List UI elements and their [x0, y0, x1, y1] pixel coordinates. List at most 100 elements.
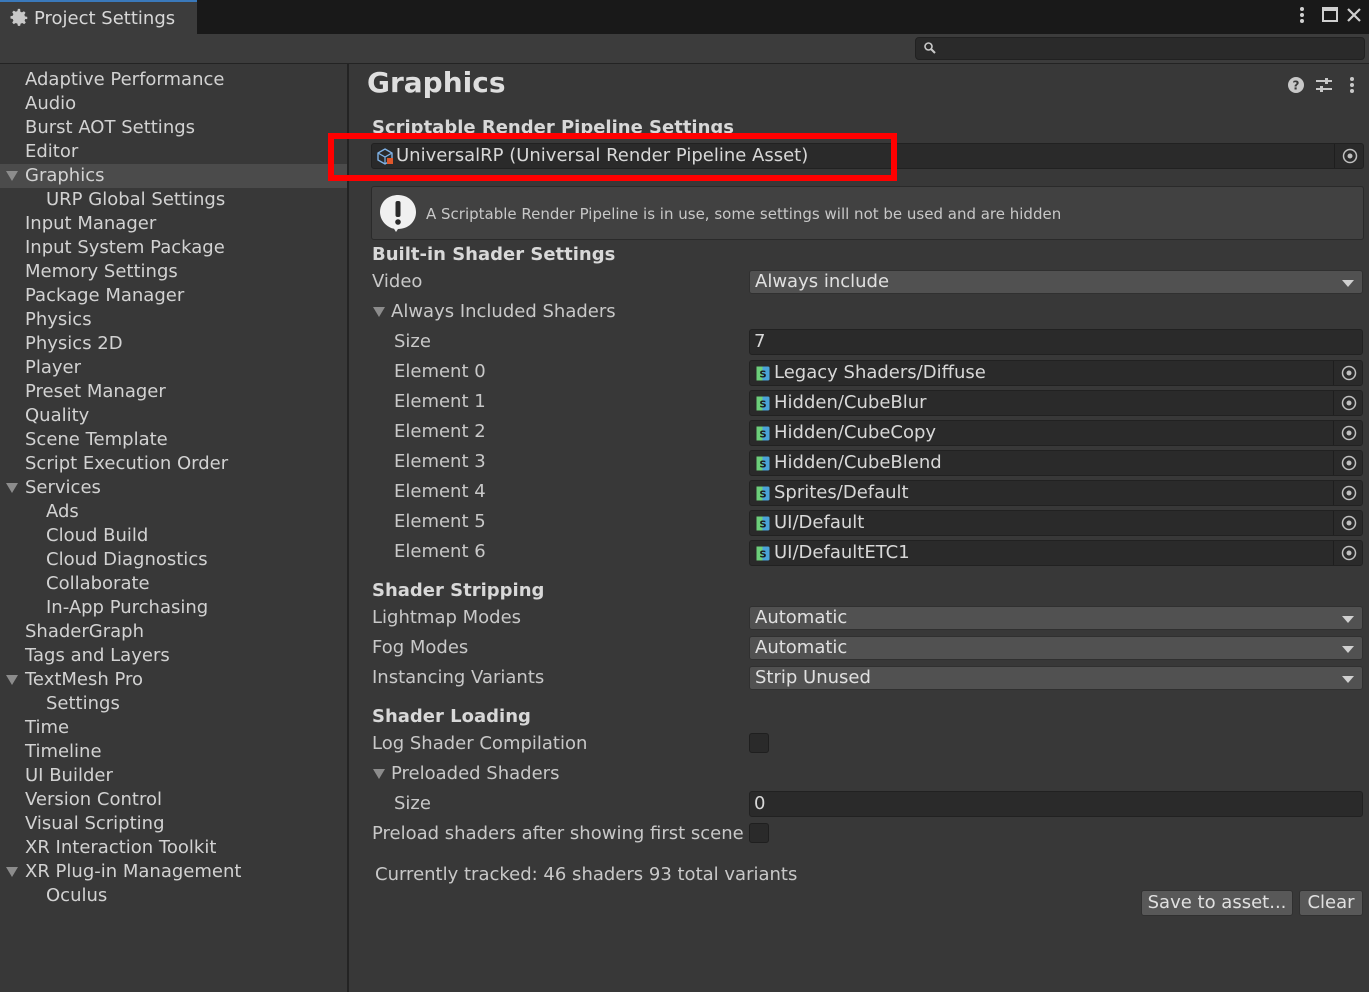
sidebar-item[interactable]: Input System Package — [0, 236, 347, 260]
sidebar-item[interactable]: Quality — [0, 404, 347, 428]
sidebar-item[interactable]: Ads — [0, 500, 347, 524]
sidebar-item[interactable]: Collaborate — [0, 572, 347, 596]
shader-object-field[interactable]: S UI/DefaultETC1 — [749, 540, 1363, 566]
element-label: Element 3 — [394, 451, 486, 472]
shader-object-field[interactable]: S Legacy Shaders/Diffuse — [749, 360, 1363, 386]
preloaded-size-input[interactable]: 0 — [749, 791, 1363, 817]
sidebar-item[interactable]: Physics 2D — [0, 332, 347, 356]
fog-modes-dropdown[interactable]: Automatic — [749, 636, 1363, 660]
lightmap-modes-dropdown[interactable]: Automatic — [749, 606, 1363, 630]
sidebar-item[interactable]: XR Interaction Toolkit — [0, 836, 347, 860]
object-picker-icon[interactable] — [1340, 364, 1358, 382]
sidebar-item[interactable]: TextMesh Pro — [0, 668, 347, 692]
instancing-variants-dropdown[interactable]: Strip Unused — [749, 666, 1363, 690]
shader-object-field[interactable]: S UI/Default — [749, 510, 1363, 536]
sidebar-item[interactable]: Adaptive Performance — [0, 68, 347, 92]
sidebar-item[interactable]: Scene Template — [0, 428, 347, 452]
sidebar-item[interactable]: Burst AOT Settings — [0, 116, 347, 140]
always-included-foldout-icon[interactable] — [373, 307, 385, 317]
object-picker-icon[interactable] — [1340, 454, 1358, 472]
expand-arrow-icon[interactable] — [6, 675, 18, 685]
sidebar-item[interactable]: ShaderGraph — [0, 620, 347, 644]
preloaded-shaders-foldout-icon[interactable] — [373, 769, 385, 779]
sidebar-item[interactable]: Services — [0, 476, 347, 500]
search-icon — [924, 42, 936, 54]
size-input[interactable]: 7 — [749, 329, 1363, 355]
sidebar-item-label: UI Builder — [25, 765, 113, 786]
sidebar-item[interactable]: Visual Scripting — [0, 812, 347, 836]
sidebar-item[interactable]: UI Builder — [0, 764, 347, 788]
always-included-label[interactable]: Always Included Shaders — [391, 301, 616, 322]
sidebar-item[interactable]: Graphics — [0, 164, 347, 188]
save-to-asset-button[interactable]: Save to asset... — [1141, 890, 1293, 916]
kebab-menu-icon[interactable] — [1342, 75, 1362, 95]
sidebar-item[interactable]: XR Plug-in Management — [0, 860, 347, 884]
preload-after-first-scene-checkbox[interactable] — [749, 823, 769, 843]
shader-object-field[interactable]: S Hidden/CubeBlur — [749, 390, 1363, 416]
sidebar-item[interactable]: Preset Manager — [0, 380, 347, 404]
sidebar-item[interactable]: In-App Purchasing — [0, 596, 347, 620]
sidebar-item-label: Editor — [25, 141, 79, 162]
expand-arrow-icon[interactable] — [6, 171, 18, 181]
object-picker-icon[interactable] — [1340, 544, 1358, 562]
sidebar-item-label: Timeline — [25, 741, 102, 762]
sidebar-item[interactable]: Tags and Layers — [0, 644, 347, 668]
element-label: Element 5 — [394, 511, 486, 532]
tracked-shaders-text: Currently tracked: 46 shaders 93 total v… — [375, 864, 798, 885]
sidebar-item[interactable]: Cloud Diagnostics — [0, 548, 347, 572]
sidebar-item[interactable]: Script Execution Order — [0, 452, 347, 476]
expand-arrow-icon[interactable] — [6, 483, 18, 493]
svg-text:S: S — [759, 370, 766, 381]
svg-text:S: S — [759, 520, 766, 531]
sidebar-item[interactable]: Audio — [0, 92, 347, 116]
sidebar-item[interactable]: Editor — [0, 140, 347, 164]
sidebar-item[interactable]: Version Control — [0, 788, 347, 812]
builtin-section-header: Built-in Shader Settings — [372, 244, 616, 265]
object-picker-icon[interactable] — [1340, 484, 1358, 502]
tab-title: Project Settings — [34, 8, 176, 29]
object-picker-icon[interactable] — [1340, 424, 1358, 442]
video-dropdown[interactable]: Always include — [749, 270, 1363, 294]
object-picker-icon[interactable] — [1340, 514, 1358, 532]
sidebar-item[interactable]: Cloud Build — [0, 524, 347, 548]
sidebar-item[interactable]: Oculus — [0, 884, 347, 908]
sidebar-item-label: Input System Package — [25, 237, 225, 258]
svg-text:S: S — [759, 490, 766, 501]
shader-icon: S — [756, 396, 770, 411]
shader-object-field[interactable]: S Hidden/CubeBlend — [749, 450, 1363, 476]
presets-icon[interactable] — [1314, 75, 1334, 95]
log-shader-compilation-checkbox[interactable] — [749, 733, 769, 753]
sidebar-item[interactable]: Timeline — [0, 740, 347, 764]
sidebar-item-label: Physics — [25, 309, 92, 330]
sidebar-item[interactable]: Package Manager — [0, 284, 347, 308]
sidebar-item-label: Graphics — [25, 165, 105, 186]
shader-object-field[interactable]: S Sprites/Default — [749, 480, 1363, 506]
tab-project-settings[interactable]: Project Settings — [0, 0, 197, 34]
preload-after-first-scene-label: Preload shaders after showing first scen… — [372, 823, 744, 844]
sidebar-item[interactable]: Time — [0, 716, 347, 740]
object-picker-icon[interactable] — [1341, 147, 1359, 165]
preloaded-shaders-label[interactable]: Preloaded Shaders — [391, 763, 559, 784]
clear-button[interactable]: Clear — [1299, 890, 1363, 916]
sidebar-item-label: ShaderGraph — [25, 621, 144, 642]
chevron-down-icon — [1342, 616, 1354, 623]
expand-arrow-icon[interactable] — [6, 867, 18, 877]
sidebar-item[interactable]: Physics — [0, 308, 347, 332]
object-picker-icon[interactable] — [1340, 394, 1358, 412]
help-icon[interactable]: ? — [1286, 75, 1306, 95]
sidebar-item[interactable]: Settings — [0, 692, 347, 716]
size-label: Size — [394, 331, 431, 352]
window-titlebar — [0, 0, 1369, 34]
element-label: Element 4 — [394, 481, 486, 502]
sidebar-item[interactable]: Player — [0, 356, 347, 380]
search-input[interactable] — [915, 37, 1365, 60]
maximize-icon[interactable] — [1319, 4, 1341, 26]
sidebar-item[interactable]: URP Global Settings — [0, 188, 347, 212]
shader-object-field[interactable]: S Hidden/CubeCopy — [749, 420, 1363, 446]
sidebar-item-label: Physics 2D — [25, 333, 123, 354]
sidebar-item[interactable]: Input Manager — [0, 212, 347, 236]
close-icon[interactable] — [1343, 4, 1365, 26]
kebab-menu-icon[interactable] — [1291, 4, 1313, 26]
sidebar-item-label: Adaptive Performance — [25, 69, 225, 90]
sidebar-item[interactable]: Memory Settings — [0, 260, 347, 284]
